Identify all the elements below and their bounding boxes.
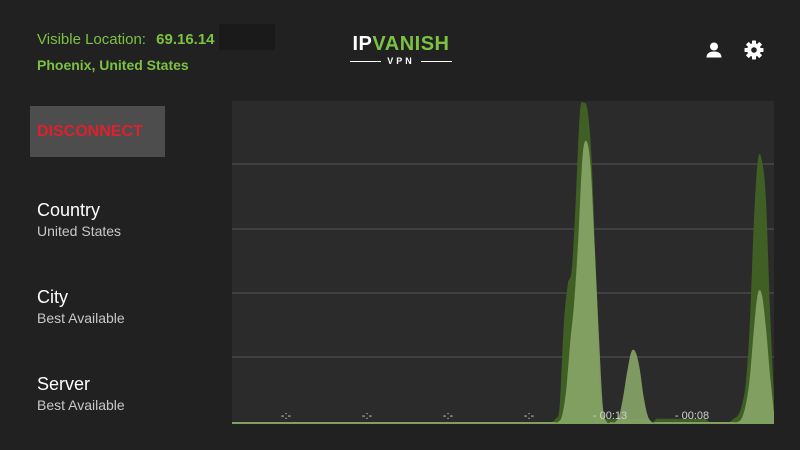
visible-city: Phoenix, United States <box>37 57 189 73</box>
logo-ip-text: IP <box>352 33 373 55</box>
x-tick-label-1: -:- <box>281 410 292 422</box>
logo-rule-left <box>350 60 382 62</box>
country-label: Country <box>37 200 101 220</box>
logo-subline: VPN <box>350 56 453 66</box>
server-selector[interactable]: Server Best Available <box>37 373 125 414</box>
person-icon[interactable] <box>704 40 724 60</box>
visible-location-label: Visible Location: <box>37 30 146 48</box>
x-tick-label-2: -:- <box>362 410 373 422</box>
country-value: United States <box>37 223 122 239</box>
logo-vanish-text: VANISH <box>372 33 450 55</box>
disconnect-button[interactable]: DISCONNECT <box>30 106 165 157</box>
country-selector[interactable]: Country United States <box>37 199 121 240</box>
x-tick-label-5: - 00:13 <box>593 410 627 422</box>
logo-rule-right <box>420 60 453 62</box>
traffic-series-2 <box>232 140 774 424</box>
traffic-chart: -:- -:- -:- -:- - 00:13 - 00:08 <box>232 101 774 424</box>
traffic-chart-svg: -:- -:- -:- -:- - 00:13 - 00:08 <box>232 101 774 424</box>
logo-vpn-text: VPN <box>387 56 415 66</box>
city-value: Best Available <box>37 310 125 326</box>
server-label: Server <box>37 374 91 394</box>
server-value: Best Available <box>37 397 125 413</box>
x-tick-label-4: -:- <box>524 410 535 422</box>
x-tick-label-6: - 00:08 <box>675 410 709 422</box>
city-selector[interactable]: City Best Available <box>37 286 125 327</box>
gear-icon[interactable] <box>744 40 764 60</box>
visible-ip: 69.16.14 <box>156 30 215 48</box>
x-tick-label-3: -:- <box>443 410 454 422</box>
ip-redaction-mask <box>218 24 275 50</box>
ipvanish-logo: IPVANISH VPN <box>350 33 453 66</box>
visible-location: Visible Location: 69.16.14 <box>37 24 275 50</box>
traffic-series-1 <box>232 101 774 424</box>
logo-wordmark: IPVANISH <box>350 33 452 55</box>
city-label: City <box>37 287 68 307</box>
